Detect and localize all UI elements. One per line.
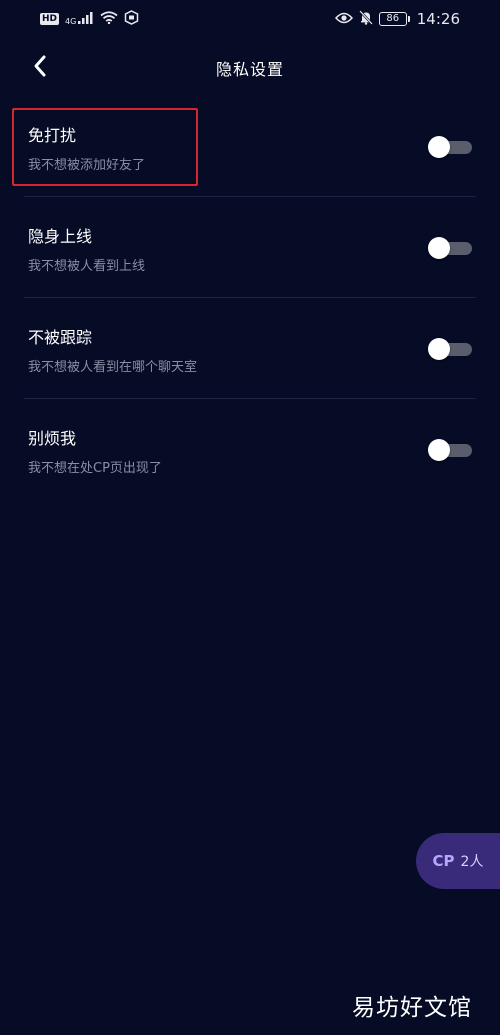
cp-label: CP (432, 852, 455, 870)
status-bar-right: 86 14:26 (334, 9, 460, 29)
setting-description: 我不想被人看到上线 (28, 259, 146, 274)
setting-do-not-disturb: 免打扰 我不想被添加好友了 (24, 96, 476, 197)
eye-icon (334, 10, 353, 28)
back-button[interactable] (24, 52, 56, 84)
setting-title: 隐身上线 (28, 227, 93, 246)
leave-me-alone-toggle[interactable] (428, 439, 472, 461)
setting-invisible-online: 隐身上线 我不想被人看到上线 (24, 197, 476, 298)
status-bar-left: HD 4G (40, 9, 139, 29)
mute-bell-icon (358, 9, 373, 29)
wifi-icon (100, 10, 118, 28)
hd-badge: HD (40, 13, 60, 25)
no-tracking-toggle[interactable] (428, 338, 472, 360)
setting-description: 我不想被人看到在哪个聊天室 (28, 360, 198, 375)
settings-list: 免打扰 我不想被添加好友了 隐身上线 我不想被人看到上线 不被跟踪 我不想被人看… (0, 96, 500, 500)
setting-description: 我不想在处CP页出现了 (28, 461, 162, 476)
cp-floating-button[interactable]: CP 2人 (416, 833, 500, 889)
app-shield-icon (124, 9, 139, 29)
battery-indicator: 86 (378, 12, 410, 26)
status-time: 14:26 (416, 10, 460, 28)
setting-no-tracking: 不被跟踪 我不想被人看到在哪个聊天室 (24, 298, 476, 399)
toggle-knob (428, 136, 450, 158)
setting-title: 不被跟踪 (28, 328, 93, 347)
chevron-left-icon (32, 54, 48, 82)
invisible-online-toggle[interactable] (428, 237, 472, 259)
setting-title: 别烦我 (28, 429, 77, 448)
setting-title: 免打扰 (28, 126, 77, 145)
toggle-knob (428, 439, 450, 461)
page-title: 隐私设置 (215, 60, 284, 79)
header: 隐私设置 (0, 46, 500, 90)
cp-count: 2人 (460, 854, 484, 870)
setting-leave-me-alone: 别烦我 我不想在处CP页出现了 (24, 399, 476, 500)
do-not-disturb-toggle[interactable] (428, 136, 472, 158)
toggle-knob (428, 338, 450, 360)
network-type: 4G (65, 16, 77, 26)
setting-description: 我不想被添加好友了 (28, 158, 146, 173)
watermark: 易坊好文馆 (352, 995, 472, 1021)
signal-icon (78, 10, 94, 28)
status-bar: HD 4G 86 14:26 (0, 0, 500, 38)
toggle-knob (428, 237, 450, 259)
